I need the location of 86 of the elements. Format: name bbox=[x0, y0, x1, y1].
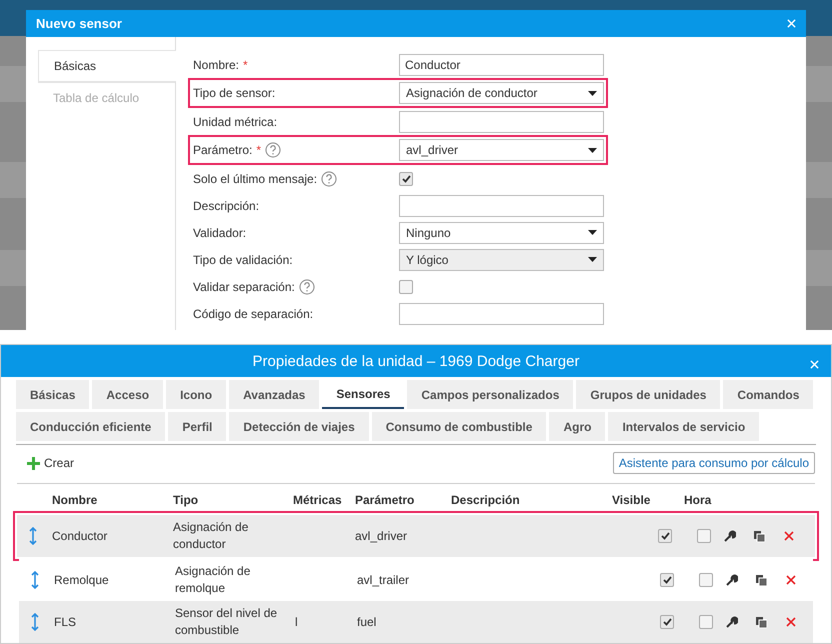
column-header: Descripción bbox=[451, 492, 521, 508]
tab[interactable]: Agro bbox=[549, 412, 606, 441]
wrench-icon[interactable] bbox=[726, 574, 738, 586]
field-label: Código de separación: bbox=[193, 306, 314, 320]
checkbox[interactable] bbox=[699, 615, 713, 629]
column-header: Parámetro bbox=[355, 492, 416, 508]
dropdown[interactable]: Asignación de conductor bbox=[399, 82, 604, 104]
checkbox[interactable] bbox=[697, 529, 711, 543]
tab[interactable]: Básicas bbox=[16, 380, 90, 409]
table-cell-text: avl_trailer bbox=[357, 572, 410, 588]
tab[interactable]: Conducción eficiente bbox=[16, 412, 166, 441]
field-label: Parámetro: bbox=[193, 143, 252, 157]
tab[interactable]: Campos personalizados bbox=[407, 380, 574, 409]
column-header: Hora bbox=[684, 492, 712, 508]
table-cell-text: fuel bbox=[357, 614, 378, 630]
tab[interactable]: Icono bbox=[166, 380, 226, 409]
caret-icon bbox=[588, 148, 597, 152]
table-cell-text: Asignación de remolque bbox=[175, 563, 252, 597]
checkbox[interactable] bbox=[658, 529, 672, 543]
text-field[interactable] bbox=[399, 302, 604, 324]
wizard-button[interactable]: Asistente para consumo por cálculo bbox=[612, 452, 815, 474]
field-label: Tipo de sensor: bbox=[193, 86, 276, 100]
drag-icon[interactable] bbox=[31, 613, 39, 631]
window-title: Propiedades de la unidad – 1969 Dodge Charger bbox=[252, 352, 580, 370]
column-header: Tipo bbox=[173, 492, 200, 508]
checkbox[interactable] bbox=[699, 573, 713, 587]
tab[interactable]: Perfil bbox=[168, 412, 226, 441]
tab[interactable]: Avanzadas bbox=[229, 380, 320, 409]
tab[interactable]: Acceso bbox=[92, 380, 164, 409]
copy-icon[interactable] bbox=[756, 574, 767, 586]
text-field[interactable] bbox=[399, 110, 604, 132]
checkbox[interactable] bbox=[399, 172, 413, 186]
field-label: Validar separación: bbox=[193, 280, 295, 294]
table-cell-text: avl_driver bbox=[355, 528, 408, 544]
copy-icon[interactable] bbox=[754, 530, 765, 542]
wrench-icon[interactable] bbox=[726, 616, 738, 628]
text-field[interactable] bbox=[399, 194, 604, 216]
help-icon[interactable] bbox=[321, 170, 338, 186]
check-icon bbox=[660, 532, 670, 540]
check-icon bbox=[402, 174, 410, 182]
required-mark: * bbox=[256, 143, 262, 157]
help-icon[interactable] bbox=[298, 278, 315, 294]
dropdown[interactable]: Ninguno bbox=[399, 222, 604, 244]
close-icon[interactable] bbox=[784, 531, 794, 541]
field-label: Validador: bbox=[193, 226, 246, 240]
check-icon bbox=[662, 618, 672, 626]
tab[interactable]: Comandos bbox=[723, 380, 814, 409]
field-label: Nombre: bbox=[193, 58, 240, 72]
table-cell-text: l bbox=[295, 614, 299, 630]
tab[interactable]: Consumo de combustible bbox=[372, 412, 546, 441]
close-icon[interactable] bbox=[786, 617, 796, 627]
checkbox[interactable] bbox=[399, 280, 413, 294]
check-icon bbox=[662, 576, 672, 584]
caret-icon bbox=[588, 257, 597, 262]
required-mark: * bbox=[243, 58, 248, 72]
field-label: Tipo de validación: bbox=[193, 252, 293, 266]
column-header: Nombre bbox=[52, 492, 98, 508]
column-header: Visible bbox=[612, 492, 652, 508]
wrench-icon[interactable] bbox=[724, 530, 736, 542]
side-tab[interactable]: Básicas bbox=[38, 50, 176, 82]
field-label: Unidad métrica: bbox=[193, 114, 278, 128]
field-label: Descripción: bbox=[193, 198, 260, 212]
table-cell-text: Sensor del nivel de combustible bbox=[175, 605, 278, 639]
dialog-title: Nuevo sensor bbox=[36, 16, 122, 31]
dropdown[interactable]: avl_driver bbox=[399, 139, 604, 161]
tab[interactable]: Intervalos de servicio bbox=[608, 412, 760, 441]
table-cell-text: FLS bbox=[54, 614, 78, 630]
tab[interactable]: Grupos de unidades bbox=[576, 380, 720, 409]
caret-icon bbox=[588, 230, 597, 235]
drag-icon[interactable] bbox=[29, 527, 37, 545]
checkbox[interactable] bbox=[660, 615, 674, 629]
drag-icon[interactable] bbox=[31, 571, 39, 589]
column-header: Métricas bbox=[293, 492, 343, 508]
caret-icon bbox=[588, 90, 597, 96]
plus-icon bbox=[27, 456, 40, 470]
close-icon[interactable] bbox=[786, 575, 796, 585]
text-field[interactable]: Conductor bbox=[399, 54, 604, 76]
table-cell-text: Asignación de conductor bbox=[173, 519, 250, 553]
checkbox[interactable] bbox=[660, 573, 674, 587]
help-icon[interactable] bbox=[265, 142, 282, 158]
tab[interactable]: Detección de viajes bbox=[229, 412, 369, 441]
table-cell-text: Remolque bbox=[54, 572, 110, 588]
field-label: Solo el último mensaje: bbox=[193, 172, 318, 186]
create-button[interactable]: Crear bbox=[27, 456, 74, 470]
table-cell-text: Conductor bbox=[52, 528, 108, 544]
copy-icon[interactable] bbox=[756, 616, 767, 628]
